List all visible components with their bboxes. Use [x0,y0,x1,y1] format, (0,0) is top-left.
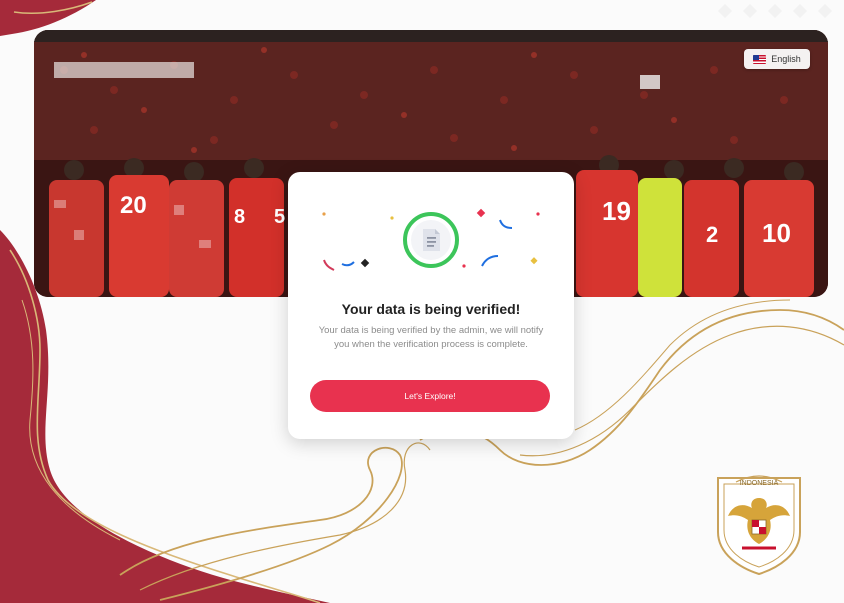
jersey-number: 20 [120,192,147,219]
us-flag-icon [753,54,767,64]
confetti-dot [322,212,326,216]
jersey-number: 10 [762,218,791,248]
language-selector-button[interactable]: English [744,49,810,69]
confetti-diamond [476,208,486,218]
lets-explore-button[interactable]: Let's Explore! [310,380,550,412]
language-label: English [771,54,801,64]
confetti-dot [536,212,540,216]
confetti-dot [390,216,394,220]
document-icon [423,229,440,251]
confetti-swirl [499,219,513,229]
jersey-number: 19 [602,196,631,226]
jersey-number: 2 [706,222,718,247]
confetti-diamond [360,258,370,268]
confetti-diamond [530,257,538,265]
verification-illustration [322,208,540,271]
verification-card: Your data is being verified! Your data i… [288,172,574,439]
confetti-swirl [323,259,335,271]
verification-page: 20 8 5 19 2 10 English Your data is bein… [0,0,844,603]
jersey-number: 8 [234,206,245,228]
pssi-emblem-logo: INDONESIA [717,475,801,576]
confetti-swirl [481,255,499,267]
confetti-swirl [341,261,355,267]
verification-description: Your data is being verified by the admin… [318,325,544,350]
verification-title: Your data is being verified! [341,301,521,317]
confetti-dot [462,264,466,268]
emblem-text: INDONESIA [740,480,779,487]
jersey-number: 5 [274,206,285,228]
